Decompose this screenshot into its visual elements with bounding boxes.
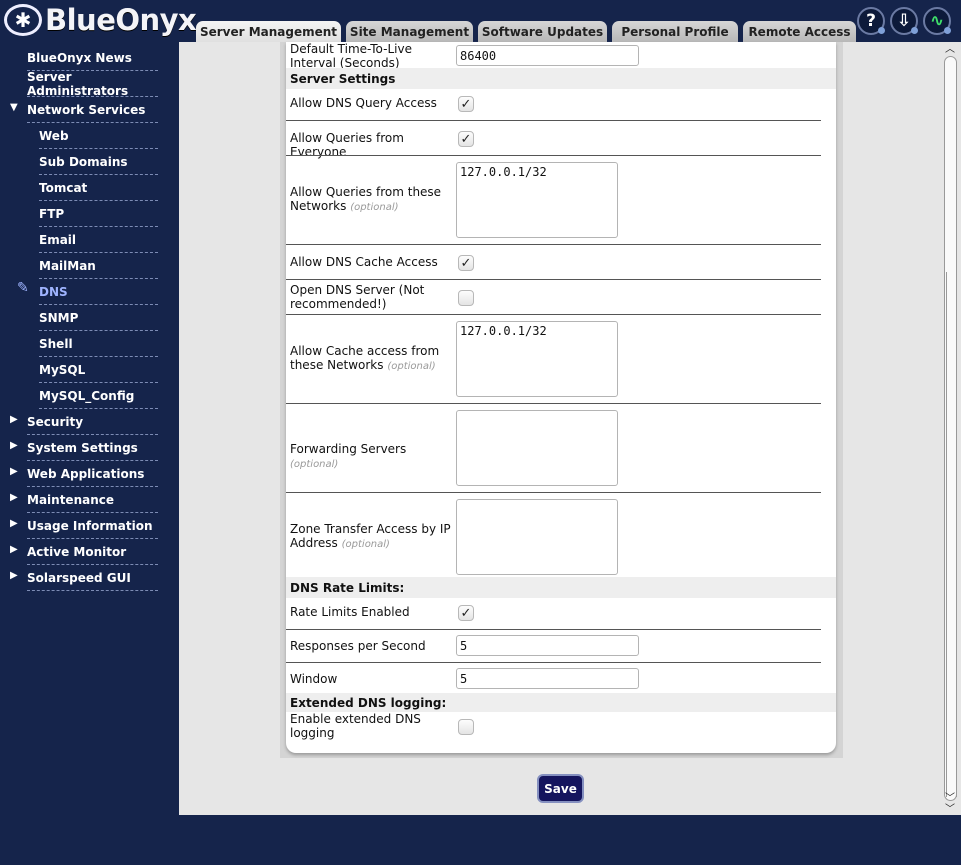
sidebar-item-sub-domains[interactable]: Sub Domains: [39, 149, 158, 175]
sidebar-item-server-administrators[interactable]: Server Administrators: [27, 70, 158, 98]
zone-transfer-textarea[interactable]: [456, 499, 618, 575]
cache-networks-label: Allow Cache access from these Networks (…: [290, 344, 440, 372]
scroll-up-icon[interactable]: ︿: [945, 40, 955, 55]
tab-server-management[interactable]: Server Management: [196, 21, 341, 42]
divider: [286, 244, 821, 245]
open-dns-server-label: Open DNS Server (Not recommended!): [290, 283, 425, 311]
sidebar-item-active-monitor[interactable]: Active Monitor: [27, 539, 158, 565]
collapsed-arrow-icon[interactable]: ▶: [10, 544, 18, 555]
forwarding-servers-textarea[interactable]: [456, 410, 618, 486]
ttl-label: Default Time-To-Live Interval (Seconds): [290, 42, 412, 70]
divider: [286, 314, 821, 315]
responses-per-second-input[interactable]: [456, 635, 639, 656]
scroll-track[interactable]: [944, 56, 957, 801]
allow-dns-query-label: Allow DNS Query Access: [290, 96, 437, 110]
main-content: Default Time-To-Live Interval (Seconds) …: [179, 42, 943, 815]
open-dns-server-checkbox[interactable]: [458, 290, 474, 306]
rate-limits-enabled-label: Rate Limits Enabled: [290, 605, 410, 619]
tab-software-updates[interactable]: Software Updates: [478, 21, 607, 42]
divider: [286, 279, 821, 280]
allow-queries-networks-label: Allow Queries from these Networks (optio…: [290, 185, 442, 213]
allow-dns-cache-label: Allow DNS Cache Access: [290, 255, 438, 269]
sidebar-item-web[interactable]: Web: [39, 123, 158, 149]
divider: [286, 403, 821, 404]
collapsed-arrow-icon[interactable]: ▶: [10, 466, 18, 477]
sidebar-item-network-services[interactable]: Network Services: [27, 97, 158, 123]
dns-rate-limits-heading: DNS Rate Limits:: [286, 577, 836, 598]
main-tabs: Server Management Site Management Softwa…: [196, 21, 856, 42]
collapsed-arrow-icon[interactable]: ▶: [10, 492, 18, 503]
divider: [286, 120, 821, 121]
logo-text: BlueOnyx: [45, 3, 197, 37]
sidebar-item-mailman[interactable]: MailMan: [39, 253, 158, 279]
sidebar-item-web-applications[interactable]: Web Applications: [27, 461, 158, 487]
sidebar-item-maintenance[interactable]: Maintenance: [27, 487, 158, 513]
collapsed-arrow-icon[interactable]: ▶: [10, 414, 18, 425]
divider: [286, 155, 821, 156]
help-icon: ?: [866, 11, 876, 31]
sidebar-item-security[interactable]: Security: [27, 409, 158, 435]
rate-limits-enabled-checkbox[interactable]: ✓: [458, 605, 474, 621]
pencil-icon: ✎: [17, 280, 29, 296]
download-button[interactable]: ⇩: [890, 7, 918, 35]
sidebar-item-shell[interactable]: Shell: [39, 331, 158, 357]
logo-mark: ✱: [4, 4, 42, 36]
scroll-down-icon[interactable]: ﹀: [945, 800, 955, 815]
activity-monitor-icon: ∿: [929, 11, 945, 31]
ttl-input[interactable]: [456, 45, 639, 66]
forwarding-servers-label: Forwarding Servers (optional): [290, 442, 407, 470]
logo[interactable]: ✱ BlueOnyx: [4, 2, 197, 38]
sidebar-item-mysql[interactable]: MySQL: [39, 357, 158, 383]
vertical-scrollbar[interactable]: ︿ ﹀ ﹀: [943, 42, 961, 815]
responses-per-second-label: Responses per Second: [290, 639, 426, 653]
divider: [286, 492, 821, 493]
sidebar-item-snmp[interactable]: SNMP: [39, 305, 158, 331]
allow-dns-cache-checkbox[interactable]: ✓: [458, 255, 474, 271]
sidebar-item-mysql-config[interactable]: MySQL_Config: [39, 383, 158, 409]
tab-site-management[interactable]: Site Management: [346, 21, 473, 42]
extended-dns-logging-heading: Extended DNS logging:: [286, 693, 836, 712]
sidebar-item-tomcat[interactable]: Tomcat: [39, 175, 158, 201]
sidebar-item-email[interactable]: Email: [39, 227, 158, 253]
tab-remote-access[interactable]: Remote Access: [743, 21, 856, 42]
allow-queries-everyone-checkbox[interactable]: ✓: [458, 131, 474, 147]
allow-queries-networks-textarea[interactable]: 127.0.0.1/32: [456, 162, 618, 238]
checkmark-icon: ✓: [460, 131, 472, 147]
footer: [0, 815, 961, 865]
header: ✱ BlueOnyx Server Management Site Manage…: [0, 0, 961, 42]
download-icon: ⇩: [896, 11, 912, 31]
sidebar-item-solarspeed-gui[interactable]: Solarspeed GUI: [27, 565, 158, 591]
window-input[interactable]: [456, 668, 639, 689]
server-settings-heading: Server Settings: [286, 68, 836, 89]
zone-transfer-label: Zone Transfer Access by IP Address (opti…: [290, 522, 451, 550]
divider: [286, 662, 821, 663]
window-label: Window: [290, 672, 338, 686]
collapsed-arrow-icon[interactable]: ▶: [10, 570, 18, 581]
sidebar-item-ftp[interactable]: FTP: [39, 201, 158, 227]
cache-networks-textarea[interactable]: 127.0.0.1/32: [456, 321, 618, 397]
sidebar-item-dns[interactable]: DNS: [39, 279, 158, 305]
help-button[interactable]: ?: [857, 7, 885, 35]
scroll-thumb[interactable]: [946, 272, 957, 797]
sidebar-item-usage-information[interactable]: Usage Information: [27, 513, 158, 539]
collapsed-arrow-icon[interactable]: ▶: [10, 518, 18, 529]
enable-extended-logging-checkbox[interactable]: [458, 719, 474, 735]
sidebar-item-system-settings[interactable]: System Settings: [27, 435, 158, 461]
sidebar-item-blueonyx-news[interactable]: BlueOnyx News: [27, 45, 158, 71]
collapsed-arrow-icon[interactable]: ▶: [10, 440, 18, 451]
enable-extended-logging-label: Enable extended DNS logging: [290, 712, 421, 740]
checkmark-icon: ✓: [460, 605, 472, 621]
divider: [286, 629, 821, 630]
dns-settings-form: Default Time-To-Live Interval (Seconds) …: [286, 42, 836, 753]
sidebar: BlueOnyx News Server Administrators ▼ Ne…: [0, 42, 179, 815]
save-button[interactable]: Save: [537, 774, 584, 803]
monitor-button[interactable]: ∿: [923, 7, 951, 35]
expanded-arrow-icon[interactable]: ▼: [10, 102, 18, 113]
checkmark-icon: ✓: [460, 255, 472, 271]
allow-dns-query-checkbox[interactable]: ✓: [458, 96, 474, 112]
checkmark-icon: ✓: [460, 96, 472, 112]
tab-personal-profile[interactable]: Personal Profile: [612, 21, 738, 42]
